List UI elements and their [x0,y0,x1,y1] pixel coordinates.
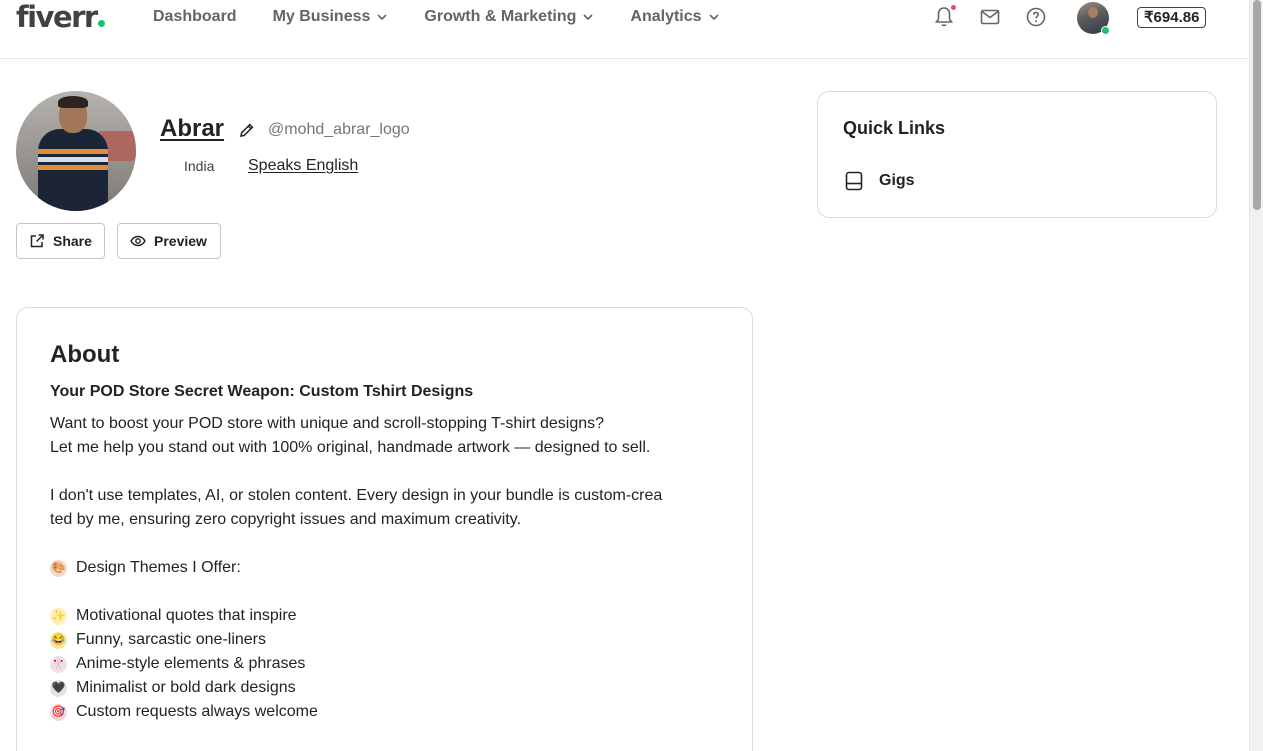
eye-icon [130,235,146,247]
gigs-icon [845,171,863,191]
sparkles-emoji-icon: ✨ [50,607,67,625]
target-emoji-icon: 🎯 [50,703,67,721]
about-line: ted by me, ensuring zero copyright issue… [50,511,522,528]
about-line: 🖤 Minimalist or bold dark designs [50,679,296,697]
top-header: fiverr Dashboard My Business Growth & Ma… [0,0,1249,59]
chevron-down-icon [708,14,719,21]
fiverr-logo[interactable]: fiverr [16,0,105,34]
chevron-down-icon [583,14,593,21]
about-line: 😂 Funny, sarcastic one-liners [50,631,266,649]
page-scrollbar[interactable] [1249,0,1263,751]
about-line: Let me help you stand out with 100% orig… [50,439,651,456]
help-icon[interactable] [1024,5,1048,29]
about-card: About Your POD Store Secret Weapon: Cust… [16,307,753,751]
online-status-dot [1101,26,1110,35]
about-line: ✨ Motivational quotes that inspire [50,607,297,625]
quick-links-title: Quick Links [843,118,946,138]
profile-country: India [184,158,215,174]
share-button[interactable]: Share [16,223,105,259]
profile-name[interactable]: Abrar [160,115,224,143]
pencil-icon[interactable] [238,121,256,139]
nav-growth-marketing[interactable]: Growth & Marketing [424,8,594,26]
share-icon [30,234,44,248]
about-title: About [50,341,120,368]
laughing-emoji-icon: 😂 [50,631,67,649]
bell-icon[interactable] [932,5,956,29]
profile-languages-link[interactable]: Speaks English [248,157,358,175]
about-line [50,532,730,556]
mail-icon[interactable] [978,5,1002,29]
logo-dot [97,20,105,27]
nav-analytics[interactable]: Analytics [630,8,719,26]
about-line: Want to boost your POD store with unique… [50,415,605,432]
profile-username: @mohd_abrar_logo [268,121,410,138]
preview-button[interactable]: Preview [117,223,221,259]
about-line: 🎯 Custom requests always welcome [50,703,318,721]
flags-emoji-icon: 🎌 [50,655,67,673]
main-nav: Dashboard My Business Growth & Marketing… [153,8,720,26]
chevron-down-icon [377,14,387,21]
about-line [50,460,730,484]
about-line [50,580,730,604]
balance-badge[interactable]: ₹694.86 [1137,7,1207,28]
notification-dot [951,5,956,10]
quick-links-card: Quick Links Gigs [817,91,1217,218]
about-description: Want to boost your POD store with unique… [50,412,730,724]
nav-my-business[interactable]: My Business [273,8,389,26]
palette-emoji-icon: 🎨 [50,559,67,577]
scrollbar-thumb[interactable] [1253,0,1261,210]
black-heart-emoji-icon: 🖤 [50,679,67,697]
user-avatar[interactable] [1077,2,1110,35]
profile-avatar[interactable] [16,91,136,211]
nav-dashboard[interactable]: Dashboard [153,8,237,26]
about-line: I don't use templates, AI, or stolen con… [50,487,663,504]
about-subtitle: Your POD Store Secret Weapon: Custom Tsh… [50,383,474,400]
about-line: 🎌 Anime-style elements & phrases [50,655,306,673]
about-line: 🎨 Design Themes I Offer: [50,559,241,577]
quick-link-gigs[interactable]: Gigs [843,170,915,192]
header-icons [932,5,1070,29]
